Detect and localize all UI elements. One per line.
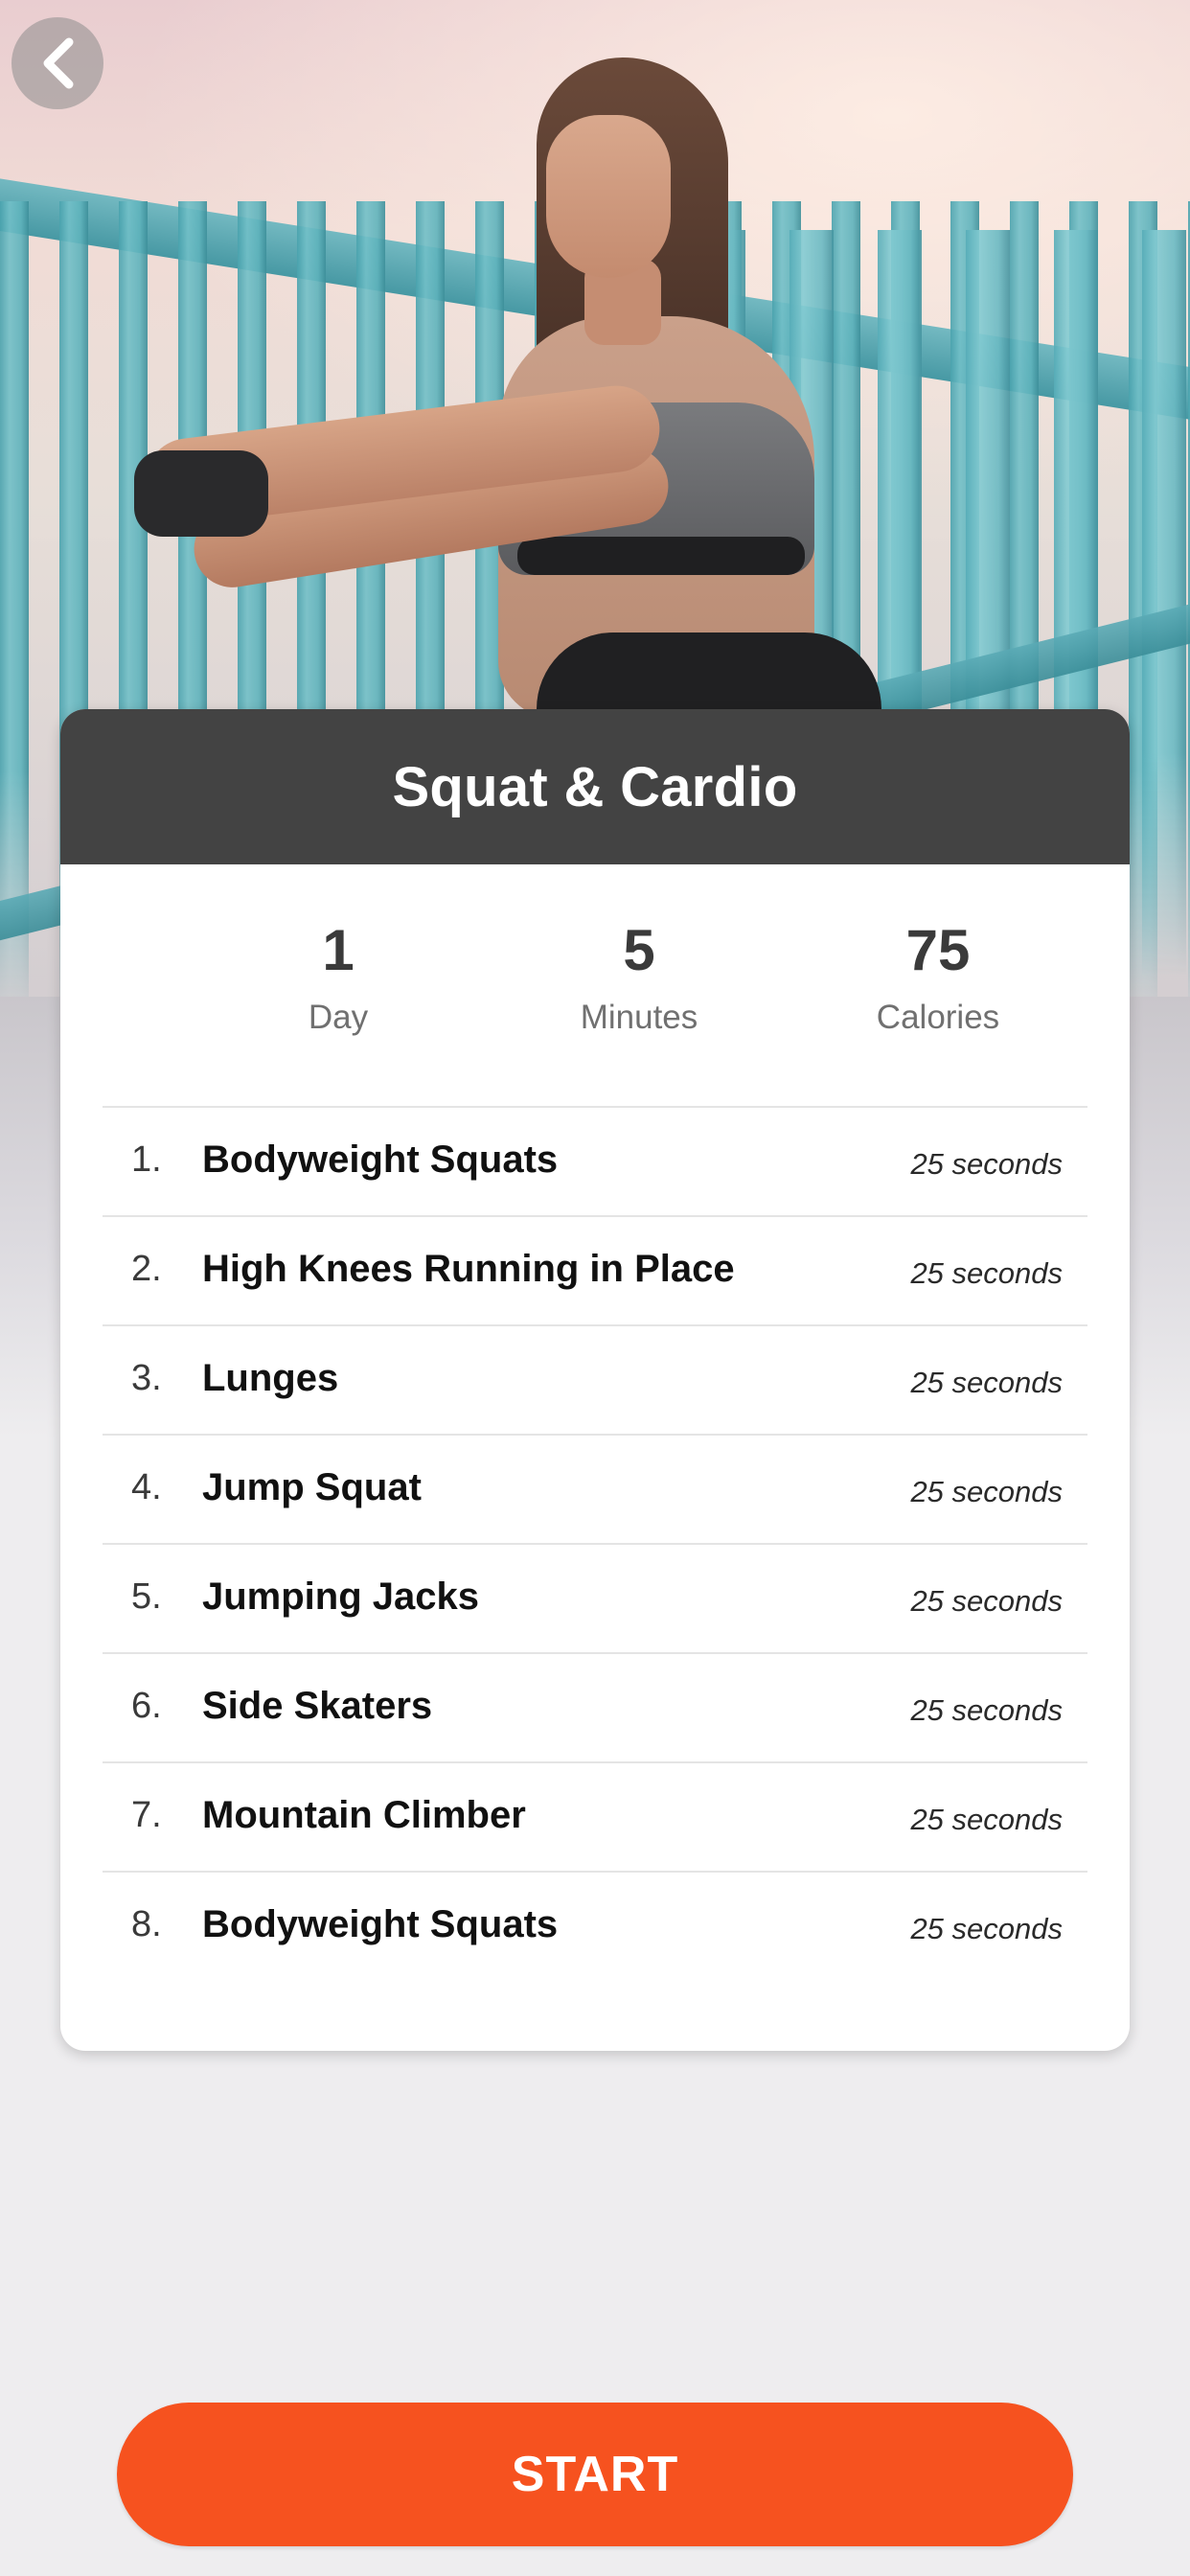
exercise-duration: 25 seconds (910, 1912, 1063, 1945)
stat-day-value: 1 (322, 918, 355, 982)
stat-minutes-value: 5 (623, 918, 655, 982)
exercise-row: 5. Jumping Jacks 25 seconds (103, 1545, 1087, 1654)
exercise-name: Bodyweight Squats (202, 1138, 559, 1181)
exercise-row: 8. Bodyweight Squats 25 seconds (103, 1873, 1087, 1980)
exercise-name: Jump Squat (202, 1466, 422, 1508)
exercise-list: 1. Bodyweight Squats 25 seconds 2. High … (103, 1108, 1087, 1980)
stat-day-label: Day (308, 999, 369, 1036)
exercise-duration: 25 seconds (910, 1366, 1063, 1399)
hero-person-face (546, 115, 671, 278)
exercise-duration: 25 seconds (910, 1256, 1063, 1290)
exercise-number: 5. (131, 1576, 162, 1617)
exercise-name: High Knees Running in Place (202, 1248, 735, 1290)
workout-title: Squat & Cardio (392, 755, 798, 818)
workout-card-header: Squat & Cardio (60, 709, 1130, 864)
exercise-name: Side Skaters (202, 1685, 433, 1727)
workout-card: Squat & Cardio 1 Day 5 Minutes 75 Calori… (60, 709, 1130, 2051)
chevron-left-icon (43, 37, 74, 89)
exercise-row: 6. Side Skaters 25 seconds (103, 1654, 1087, 1763)
exercise-row: 7. Mountain Climber 25 seconds (103, 1763, 1087, 1873)
exercise-name: Lunges (202, 1357, 339, 1399)
back-button[interactable] (11, 17, 103, 109)
exercise-duration: 25 seconds (910, 1584, 1063, 1618)
exercise-number: 4. (131, 1467, 162, 1507)
exercise-row: 3. Lunges 25 seconds (103, 1326, 1087, 1436)
exercise-name: Mountain Climber (202, 1794, 526, 1836)
exercise-row: 4. Jump Squat 25 seconds (103, 1436, 1087, 1545)
exercise-number: 1. (131, 1139, 162, 1180)
start-button-label: START (511, 2447, 679, 2502)
stat-minutes-label: Minutes (580, 999, 698, 1036)
exercise-number: 3. (131, 1358, 162, 1398)
exercise-number: 2. (131, 1249, 162, 1289)
exercise-number: 7. (131, 1795, 162, 1835)
start-button[interactable]: START (117, 2403, 1073, 2546)
hero-person-gloves (134, 450, 268, 537)
exercise-row: 2. High Knees Running in Place 25 second… (103, 1217, 1087, 1326)
hero-person-top-band (517, 537, 805, 575)
exercise-number: 6. (131, 1686, 162, 1726)
stat-calories-value: 75 (905, 918, 971, 982)
exercise-duration: 25 seconds (910, 1147, 1063, 1181)
exercise-duration: 25 seconds (910, 1803, 1063, 1836)
exercise-number: 8. (131, 1904, 162, 1944)
workout-stats: 1 Day 5 Minutes 75 Calories (103, 864, 1087, 1108)
exercise-duration: 25 seconds (910, 1475, 1063, 1508)
exercise-duration: 25 seconds (910, 1693, 1063, 1727)
stat-calories-label: Calories (876, 999, 1000, 1036)
exercise-row: 1. Bodyweight Squats 25 seconds (103, 1108, 1087, 1217)
exercise-name: Bodyweight Squats (202, 1903, 559, 1945)
exercise-name: Jumping Jacks (202, 1576, 480, 1618)
